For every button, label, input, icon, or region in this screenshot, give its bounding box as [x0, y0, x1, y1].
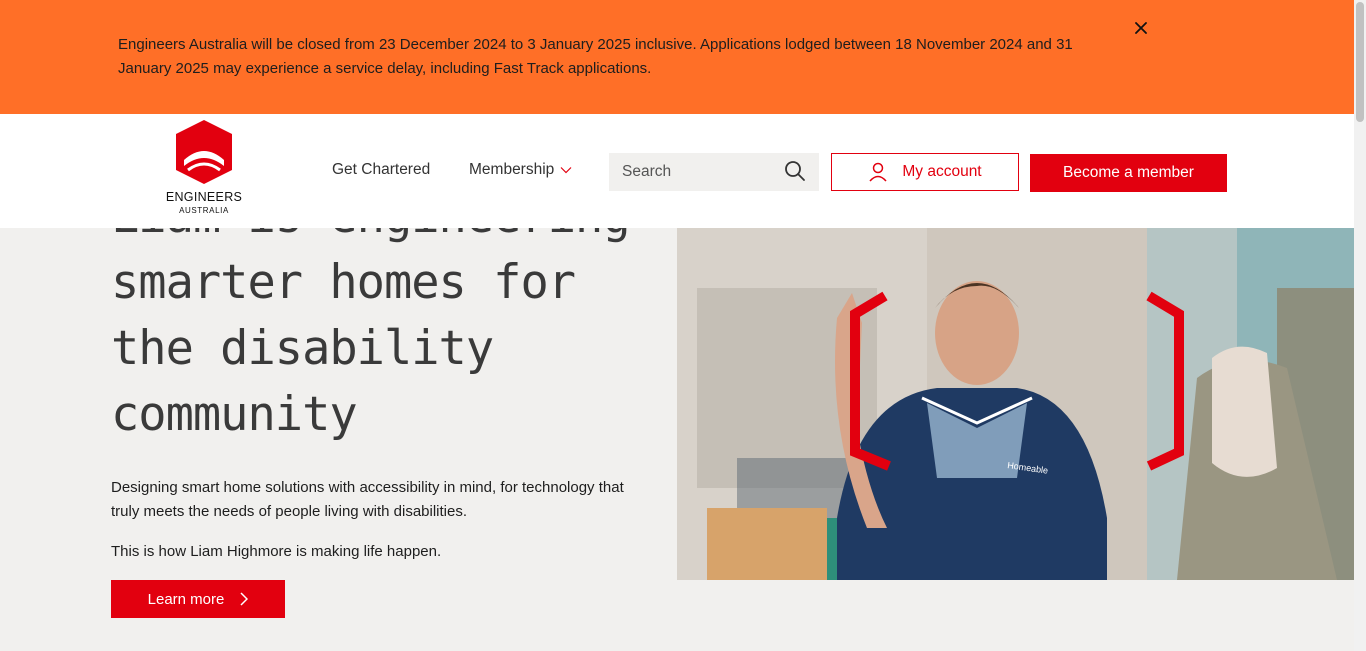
my-account-label: My account: [902, 163, 982, 180]
logo-text-engineers: ENGINEERS: [165, 190, 243, 204]
become-a-member-button[interactable]: Become a member: [1030, 154, 1227, 192]
scrollbar-thumb[interactable]: [1356, 2, 1364, 122]
site-header: ENGINEERS AUSTRALIA Get Chartered Member…: [0, 114, 1354, 228]
hero-title: Liam is engineering smarter homes for th…: [111, 228, 631, 442]
chevron-right-icon: [240, 592, 249, 606]
close-notice-button[interactable]: [1130, 17, 1152, 39]
search-input[interactable]: [609, 153, 779, 191]
engineers-australia-logo[interactable]: ENGINEERS AUSTRALIA: [164, 120, 244, 220]
my-account-button[interactable]: My account: [831, 153, 1019, 191]
search-button[interactable]: [781, 159, 809, 185]
user-icon: [869, 162, 887, 182]
search-icon: [785, 161, 805, 181]
nav-membership[interactable]: Membership: [469, 161, 572, 179]
hero-subtext: This is how Liam Highmore is making life…: [111, 543, 442, 560]
hero-photo: Homeable: [677, 228, 1354, 580]
search-box: [609, 153, 819, 191]
nav-get-chartered[interactable]: Get Chartered: [332, 161, 430, 179]
hero-title-area: Liam is engineering smarter homes for th…: [0, 228, 677, 488]
closure-notice-banner: Engineers Australia will be closed from …: [0, 0, 1354, 114]
notice-text: Engineers Australia will be closed from …: [118, 36, 1073, 77]
chevron-down-icon: [560, 166, 572, 174]
logo-text-australia: AUSTRALIA: [179, 206, 229, 215]
logo-hexagon-icon: [176, 120, 232, 184]
learn-more-button[interactable]: Learn more: [111, 580, 285, 618]
hero-description: Designing smart home solutions with acce…: [111, 479, 624, 520]
nav-membership-label: Membership: [469, 161, 555, 178]
learn-more-label: Learn more: [147, 590, 225, 608]
page-scrollbar[interactable]: [1354, 0, 1366, 651]
close-icon: [1135, 22, 1147, 34]
